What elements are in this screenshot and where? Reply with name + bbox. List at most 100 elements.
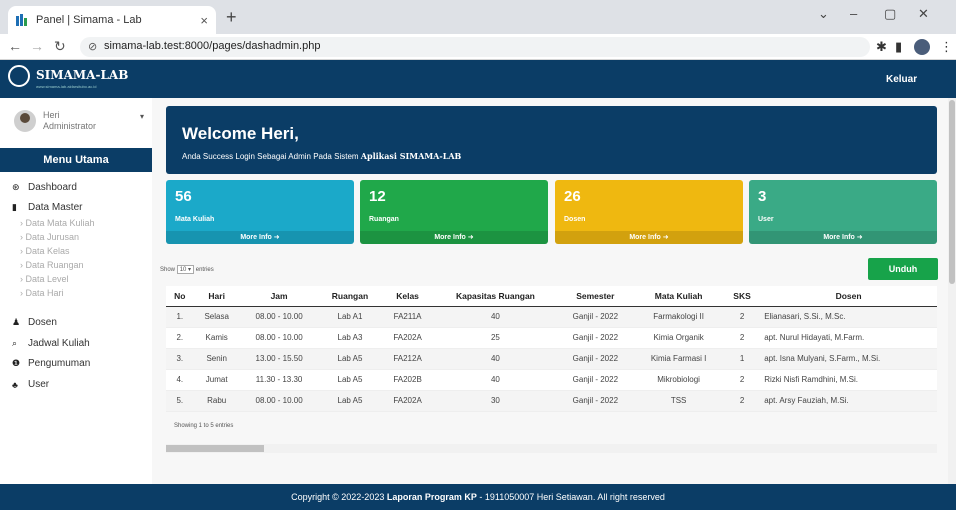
table-row: 3. Senin 13.00 - 15.50 Lab A5 FA212A 40 Ganjil… (166, 348, 937, 370)
horizontal-scrollbar[interactable] (166, 444, 937, 453)
info-icon: ❶ (12, 358, 21, 368)
app-logo-icon (8, 65, 30, 87)
arrow-circle-icon: ➜ (467, 234, 474, 241)
sidebar-subitem-kelas[interactable]: › Data Kelas (20, 246, 70, 256)
col-semester[interactable]: Semester (557, 286, 634, 307)
bookmark-icon: ▮ (12, 202, 17, 212)
entries-select[interactable]: 10 ▾ (176, 265, 195, 274)
col-mata-kuliah[interactable]: Mata Kuliah (633, 286, 724, 307)
col-hari[interactable]: Hari (193, 286, 240, 307)
user-avatar (14, 110, 36, 132)
logout-link[interactable]: Keluar (886, 74, 917, 85)
entries-length-control: Show 10 ▾ entries (160, 265, 214, 274)
sidebar-subitem-hari[interactable]: › Data Hari (20, 288, 64, 298)
col-no[interactable]: No (166, 286, 194, 307)
sidebar-item-user[interactable]: ♣ User (12, 379, 49, 390)
tab-search-icon[interactable]: ⌄ (818, 6, 829, 22)
user-role: Administrator (43, 121, 97, 131)
sidebar-item-label: User (28, 379, 50, 390)
more-info-link[interactable]: More Info ➜ (166, 231, 354, 244)
sidebar: Heri Administrator ▾ Menu Utama ⊛ Dashbo… (0, 98, 152, 484)
card-label: Ruangan (369, 216, 399, 223)
back-arrow-icon[interactable]: ← (8, 38, 22, 54)
sidebar-item-label: Data Master (28, 202, 83, 213)
browser-tab[interactable]: Panel | Simama - Lab × (8, 6, 216, 34)
window-close-button[interactable]: ✕ (918, 6, 929, 22)
sidebar-subitem-level[interactable]: › Data Level (20, 274, 69, 284)
col-kapasitas[interactable]: Kapasitas Ruangan (433, 286, 558, 307)
brand-subtitle: www.simama-lab.akfarsitubo.ac.id (36, 84, 97, 89)
sidebar-item-pengumuman[interactable]: ❶ Pengumuman (12, 358, 90, 369)
extensions-icon[interactable]: ✱ (876, 39, 887, 55)
user-plus-icon: ♟ (12, 317, 21, 327)
scrollbar-thumb[interactable] (166, 445, 264, 452)
sidebar-toggle-icon[interactable]: ▮ (895, 39, 902, 55)
card-count: 56 (175, 188, 192, 205)
card-label: User (758, 216, 774, 223)
card-label: Mata Kuliah (175, 216, 215, 223)
welcome-banner: Welcome Heri, Anda Success Login Sebagai… (166, 106, 937, 174)
sidebar-subitem-mata-kuliah[interactable]: › Data Mata Kuliah (20, 218, 95, 228)
app-name: Aplikasi SIMAMA-LAB (360, 151, 462, 161)
app-header: SIMAMA-LAB www.simama-lab.akfarsitubo.ac… (0, 60, 956, 98)
minimize-button[interactable]: – (850, 6, 857, 21)
brand-title: SIMAMA-LAB (36, 68, 129, 82)
card-user: 3 User More Info ➜ (749, 180, 937, 244)
sidebar-subitem-jurusan[interactable]: › Data Jurusan (20, 232, 79, 242)
users-icon: ♣ (12, 379, 18, 390)
sidebar-item-dosen[interactable]: ♟ Dosen (12, 317, 57, 328)
vertical-scrollbar[interactable] (948, 98, 956, 484)
dashboard-icon: ⊛ (12, 182, 20, 192)
sidebar-item-jadwal-kuliah[interactable]: ⌕ Jadwal Kuliah (12, 338, 90, 349)
browser-toolbar: ← → ↻ ⊘ simama-lab.test:8000/pages/dasha… (0, 34, 956, 60)
card-count: 3 (758, 188, 767, 205)
sidebar-item-label: Jadwal Kuliah (28, 338, 90, 349)
table-row: 5. Rabu 08.00 - 10.00 Lab A5 FA202A 30 Ganjil … (166, 390, 937, 412)
address-bar[interactable]: ⊘ simama-lab.test:8000/pages/dashadmin.p… (80, 37, 870, 57)
menu-header: Menu Utama (0, 148, 152, 172)
more-info-link[interactable]: More Info ➜ (749, 231, 937, 244)
more-info-link[interactable]: More Info ➜ (360, 231, 548, 244)
sidebar-item-label: Pengumuman (28, 358, 91, 369)
sidebar-item-dashboard[interactable]: ⊛ Dashboard (12, 182, 77, 193)
col-dosen[interactable]: Dosen (760, 286, 937, 307)
site-info-icon[interactable]: ⊘ (88, 40, 97, 53)
card-count: 26 (564, 188, 581, 205)
user-caret-icon[interactable]: ▾ (140, 112, 144, 121)
forward-arrow-icon[interactable]: → (30, 38, 44, 54)
tab-title: Panel | Simama - Lab (36, 14, 142, 26)
maximize-button[interactable]: ▢ (884, 6, 896, 22)
arrow-circle-icon: ➜ (273, 234, 280, 241)
tab-close-icon[interactable]: × (200, 13, 208, 28)
card-ruangan: 12 Ruangan More Info ➜ (360, 180, 548, 244)
user-panel[interactable]: Heri Administrator (43, 110, 96, 132)
more-info-link[interactable]: More Info ➜ (555, 231, 743, 244)
profile-avatar-icon[interactable] (914, 39, 930, 55)
table-row: 1. Selasa 08.00 - 10.00 Lab A1 FA211A 40 Ganji… (166, 306, 937, 328)
scrollbar-thumb[interactable] (949, 100, 955, 284)
browser-tab-bar: Panel | Simama - Lab × + ⌄ – ▢ ✕ (0, 0, 956, 34)
sidebar-item-data-master[interactable]: ▮ Data Master (12, 202, 82, 213)
browser-menu-icon[interactable]: ⋮ (940, 39, 953, 55)
arrow-circle-icon: ➜ (662, 234, 669, 241)
table-row: 2. Kamis 08.00 - 10.00 Lab A3 FA202A 25 Ganjil… (166, 327, 937, 349)
card-count: 12 (369, 188, 386, 205)
new-tab-button[interactable]: + (226, 7, 237, 28)
col-ruangan[interactable]: Ruangan (318, 286, 382, 307)
col-sks[interactable]: SKS (723, 286, 761, 307)
footer-program: Laporan Program KP (386, 492, 477, 502)
download-button[interactable]: Unduh (868, 258, 938, 280)
reload-icon[interactable]: ↻ (54, 38, 66, 55)
table-info: Showing 1 to 5 entries (174, 423, 234, 429)
url-text: simama-lab.test:8000/pages/dashadmin.php (104, 40, 321, 52)
sidebar-subitem-ruangan[interactable]: › Data Ruangan (20, 260, 84, 270)
card-dosen: 26 Dosen More Info ➜ (555, 180, 743, 244)
card-mata-kuliah: 56 Mata Kuliah More Info ➜ (166, 180, 354, 244)
col-jam[interactable]: Jam (239, 286, 319, 307)
table-header-row: No Hari Jam Ruangan Kelas Kapasitas Ruan… (166, 286, 937, 307)
user-name: Heri (43, 110, 60, 120)
footer: Copyright © 2022-2023 Laporan Program KP… (0, 484, 956, 510)
col-kelas[interactable]: Kelas (381, 286, 434, 307)
card-label: Dosen (564, 216, 586, 223)
welcome-title: Welcome Heri, (182, 124, 299, 143)
